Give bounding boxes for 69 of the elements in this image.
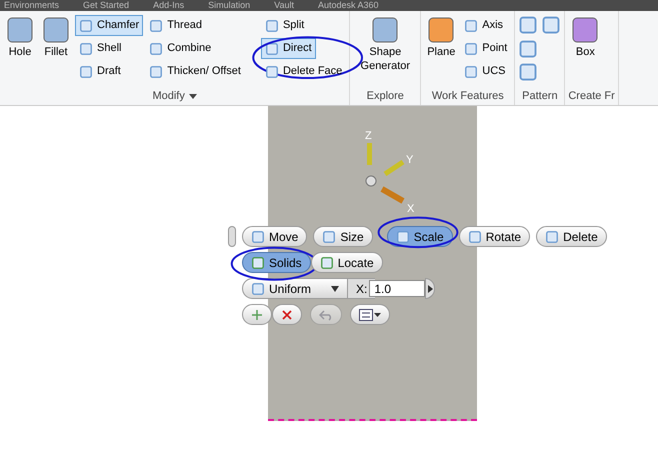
tool-icon — [79, 42, 93, 56]
ribbon-button[interactable]: Delete Face — [260, 61, 346, 82]
tool-icon — [464, 42, 478, 56]
ribbon-button[interactable]: Split — [260, 15, 308, 36]
mode-button[interactable]: Move — [242, 226, 308, 247]
panel-label[interactable]: Modify — [3, 87, 346, 105]
ribbon-button[interactable]: Thread — [145, 15, 206, 36]
tool-icon — [468, 230, 482, 244]
close-icon — [281, 308, 293, 320]
ribbon-large-button[interactable]: Fillet — [39, 11, 73, 87]
tool-icon — [149, 18, 164, 32]
tool-icon — [149, 42, 164, 56]
ribbon-button[interactable]: Point — [460, 38, 512, 59]
ribbon-button[interactable]: Draft — [75, 61, 125, 82]
ribbon-large-button[interactable]: Shape Generator — [353, 11, 418, 87]
ribbon-large-button[interactable]: Plane — [424, 11, 458, 87]
mode-button[interactable]: Size — [313, 226, 373, 247]
filter-button[interactable]: Solids — [242, 252, 311, 273]
tool-icon — [264, 18, 279, 32]
tool-icon — [79, 64, 93, 78]
tool-icon — [464, 18, 478, 32]
tool-icon — [570, 15, 600, 45]
tool-icon — [264, 42, 279, 56]
caret-icon — [331, 286, 339, 292]
x-value-field[interactable]: 1.0 — [369, 280, 426, 297]
plus-icon — [251, 308, 263, 320]
ribbon-tab[interactable]: Autodesk A360 — [318, 0, 379, 11]
tool-icon — [545, 230, 560, 244]
arrow-icon — [428, 284, 433, 292]
toolbar-grip[interactable] — [228, 226, 236, 247]
panel-label[interactable]: Explore — [353, 87, 418, 105]
add-button[interactable] — [242, 304, 272, 325]
ribbon-button[interactable]: Thicken/ Offset — [145, 61, 245, 82]
ribbon-button[interactable]: Combine — [145, 38, 216, 59]
tool-icon — [251, 230, 265, 244]
tool-icon — [426, 15, 456, 45]
ribbon-button[interactable]: UCS — [460, 61, 510, 82]
ribbon-tab[interactable]: Vault — [274, 0, 294, 11]
panel-label[interactable]: Pattern — [518, 87, 562, 105]
triad-drawing: Z Y X — [355, 129, 425, 214]
ribbon-tab[interactable]: Simulation — [208, 0, 250, 11]
tool-icon — [149, 64, 164, 78]
ribbon-button[interactable]: Chamfer — [75, 15, 144, 36]
ribbon-tab[interactable]: Get Started — [83, 0, 130, 11]
tool-icon — [464, 64, 478, 78]
caret-icon — [188, 94, 197, 98]
tool-icon — [264, 64, 279, 78]
options-menu-button[interactable] — [350, 304, 390, 325]
mode-button[interactable]: Delete — [536, 226, 607, 247]
panel-label[interactable]: Work Features — [424, 87, 512, 105]
mode-button[interactable]: Rotate — [458, 226, 530, 247]
ribbon-button[interactable]: Axis — [460, 15, 508, 36]
undo-icon — [319, 308, 333, 320]
ribbon-button[interactable]: Direct — [260, 38, 316, 59]
tool-icon — [322, 230, 336, 244]
ribbon-button[interactable]: Shell — [75, 38, 126, 59]
ribbon-tab[interactable]: Environments — [4, 0, 60, 11]
tool-icon — [41, 15, 71, 45]
ribbon-tab[interactable]: Add-Ins — [153, 0, 184, 11]
tool-icon — [5, 15, 35, 45]
tool-icon — [79, 18, 93, 32]
tool-icon — [396, 230, 410, 244]
filter-button[interactable]: Locate — [310, 252, 383, 273]
scale-type-dropdown[interactable]: Uniform — [242, 278, 348, 299]
tool-icon — [370, 15, 400, 45]
ribbon-large-button[interactable]: Box — [568, 11, 602, 87]
list-icon — [359, 308, 381, 320]
panel-label[interactable]: Create Fr — [568, 87, 615, 105]
ribbon-large-button[interactable]: Hole — [3, 11, 37, 87]
